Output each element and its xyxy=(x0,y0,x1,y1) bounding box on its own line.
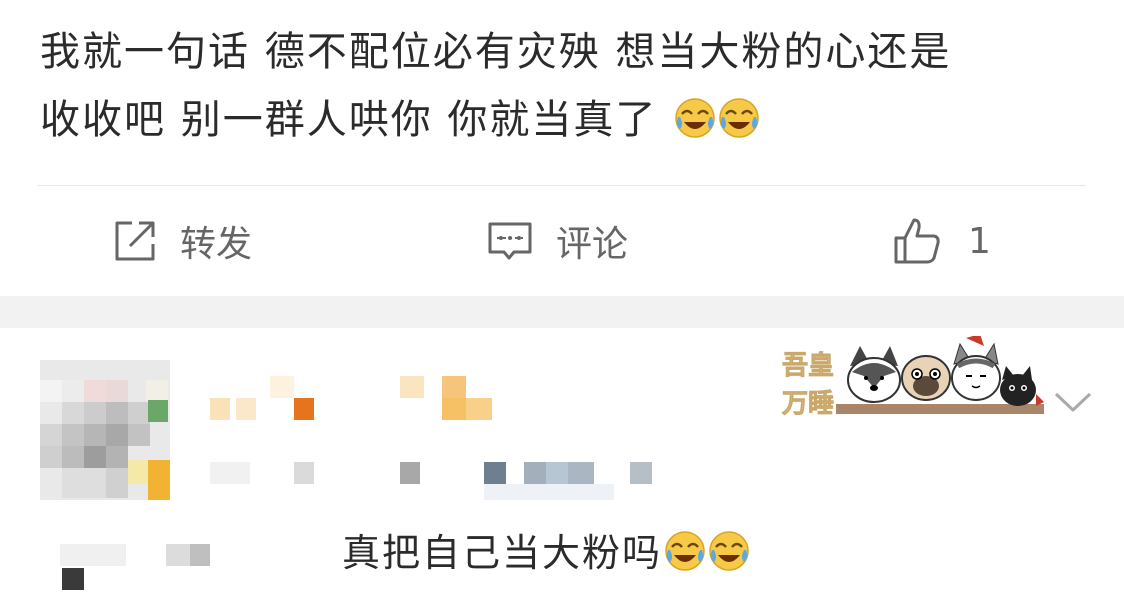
chevron-down-icon[interactable] xyxy=(1052,386,1094,416)
laugh-cry-icon xyxy=(664,530,706,572)
repost-icon xyxy=(112,218,158,264)
like-button[interactable]: 1 xyxy=(892,216,991,266)
post-text-line-2: 收收吧 别一群人哄你 你就当真了 xyxy=(40,86,1100,154)
thumbs-up-icon xyxy=(892,216,942,266)
sticker-image: 吾皇 万睡 xyxy=(780,334,1050,422)
pixelated-meta xyxy=(210,460,670,500)
comment-text: 真把自己当大粉吗 xyxy=(342,528,750,578)
post-text-line-2-text: 收收吧 别一群人哄你 你就当真了 xyxy=(40,97,658,143)
pixelated-username[interactable] xyxy=(210,376,510,426)
repost-button[interactable]: 转发 xyxy=(112,216,252,266)
repost-label: 转发 xyxy=(180,224,253,265)
section-separator xyxy=(0,296,1124,328)
laugh-cry-icon xyxy=(718,97,760,139)
comment-button[interactable]: 评论 xyxy=(486,216,628,266)
comment-icon xyxy=(486,218,534,264)
sticker-text-top: 吾皇 xyxy=(782,351,834,381)
comment-label: 评论 xyxy=(556,224,629,265)
laugh-cry-icon xyxy=(674,97,716,139)
post-text: 我就一句话 德不配位必有灾殃 想当大粉的心还是 收收吧 别一群人哄你 你就当真了 xyxy=(40,18,1100,154)
pixelated-timestamp xyxy=(60,544,220,594)
comment-text-content: 真把自己当大粉吗 xyxy=(342,531,663,575)
post-text-line-1: 我就一句话 德不配位必有灾殃 想当大粉的心还是 xyxy=(40,29,952,75)
laugh-cry-icon xyxy=(708,530,750,572)
sticker-text-bottom: 万睡 xyxy=(782,389,834,419)
pixelated-avatar[interactable] xyxy=(40,360,170,500)
like-count: 1 xyxy=(968,220,991,262)
action-bar: 转发 评论 1 xyxy=(0,186,1124,296)
